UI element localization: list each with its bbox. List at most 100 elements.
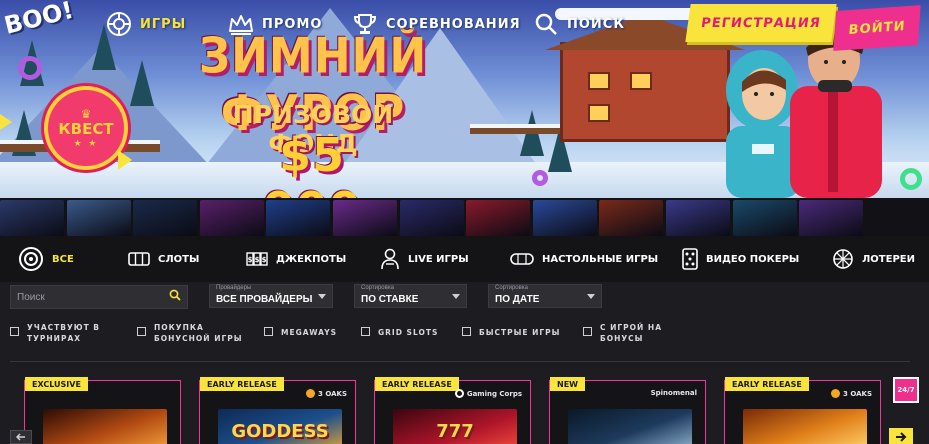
category-all-label: ВСЕ	[52, 253, 74, 265]
strip-game-thumbnail[interactable]	[200, 200, 264, 236]
category-jackpots[interactable]: $ $ $ ДЖЕКПОТЫ	[246, 246, 346, 272]
oak-icon	[831, 389, 841, 398]
strip-game-thumbnail[interactable]	[799, 200, 863, 236]
filter-tournaments-checkbox[interactable]: УЧАСТВУЮТ В ТУРНИРАХ	[10, 322, 100, 344]
game-card[interactable]: EARLY RELEASE 3 OAKS	[724, 377, 881, 444]
strip-game-thumbnail[interactable]	[266, 200, 330, 236]
strip-game-thumbnail[interactable]	[67, 200, 131, 236]
checkbox[interactable]	[583, 327, 592, 336]
nav-promo[interactable]: ПРОМО	[228, 10, 322, 38]
decor-ring	[532, 170, 548, 186]
roulette-icon	[106, 11, 132, 37]
sort-value: ПО СТАВКЕ	[361, 294, 419, 305]
strip-game-thumbnail[interactable]	[533, 200, 597, 236]
category-live[interactable]: LIVE ИГРЫ	[380, 246, 469, 272]
login-button[interactable]: ВОЙТИ	[833, 5, 921, 51]
nav-search-label: ПОИСК	[567, 16, 625, 32]
svg-text:$: $	[255, 256, 260, 264]
nav-tournaments-label: СОРЕВНОВАНИЯ	[386, 16, 521, 32]
table-games-icon	[510, 252, 534, 266]
checkbox[interactable]	[264, 327, 273, 336]
nav-search[interactable]: ПОИСК	[533, 10, 625, 38]
live-dealer-icon	[380, 248, 400, 270]
search-icon[interactable]	[169, 288, 181, 306]
sort-by-bet-select[interactable]: Сортировка ПО СТАВКЕ	[354, 284, 467, 308]
scroll-right-button[interactable]	[889, 428, 913, 444]
filter-bonus-play-checkbox[interactable]: С ИГРОЙ НА БОНУСЫ	[583, 322, 662, 344]
nav-tournaments[interactable]: СОРЕВНОВАНИЯ	[352, 10, 521, 38]
game-card[interactable]: EXCLUSIVE	[24, 377, 181, 444]
checkbox-label-line: ТУРНИРАХ	[27, 334, 82, 343]
category-video-poker[interactable]: ВИДЕО ПОКЕРЫ	[682, 246, 799, 272]
strip-game-thumbnail[interactable]	[400, 200, 464, 236]
promo-banner[interactable]: ЗИМНИЙ ФУРОР ПРИЗОВОЙ ФОНД $5 000 ♛ КВЕС…	[0, 0, 929, 198]
sort-caption: Сортировка	[361, 285, 394, 291]
decor-triangle	[0, 114, 12, 130]
checkbox-label-line: ПОКУПКА	[154, 323, 204, 332]
filter-grid-slots-checkbox[interactable]: GRID SLOTS	[361, 322, 438, 338]
strip-game-thumbnail[interactable]	[599, 200, 663, 236]
strip-game-thumbnail[interactable]	[133, 200, 197, 236]
scroll-left-button[interactable]	[10, 430, 32, 444]
game-card[interactable]: EARLY RELEASE Gaming Corps 777	[374, 377, 531, 444]
checkbox[interactable]	[462, 327, 471, 336]
search-box[interactable]	[10, 285, 188, 309]
filter-bonus-buy-checkbox[interactable]: ПОКУПКА БОНУСНОЙ ИГРЫ	[137, 322, 243, 344]
provider-logo: 3 OAKS	[306, 389, 347, 398]
providers-caption: Провайдеры	[216, 285, 252, 291]
decor-ring	[900, 168, 922, 190]
filter-fast-games-checkbox[interactable]: БЫСТРЫЕ ИГРЫ	[462, 322, 560, 338]
game-badge: EARLY RELEASE	[200, 377, 284, 391]
support-badge[interactable]: 24/7	[893, 377, 919, 403]
slots-icon	[128, 251, 150, 267]
category-video-poker-label: ВИДЕО ПОКЕРЫ	[706, 253, 800, 265]
register-button[interactable]: РЕГИСТРАЦИЯ	[685, 4, 837, 42]
checkbox-label-line: БЫСТРЫЕ ИГРЫ	[479, 328, 561, 337]
category-table[interactable]: НАСТОЛЬНЫЕ ИГРЫ	[510, 246, 658, 272]
game-thumbnail[interactable]	[568, 409, 692, 444]
svg-text:$: $	[262, 256, 267, 264]
search-input[interactable]	[17, 291, 169, 303]
provider-logo: Gaming Corps	[454, 389, 522, 398]
game-card[interactable]: NEW Spinomenal	[549, 377, 706, 444]
promo-prize-amount: $5 000	[262, 128, 360, 198]
category-lottery[interactable]: ЛОТЕРЕИ	[832, 246, 915, 272]
checkbox[interactable]	[10, 327, 19, 336]
decor-ring	[18, 56, 42, 80]
cabin	[560, 42, 730, 142]
strip-game-thumbnail[interactable]	[666, 200, 730, 236]
video-poker-icon	[682, 248, 698, 270]
quest-seal[interactable]: ♛ КВЕСТ ★ ★	[44, 86, 128, 170]
category-table-label: НАСТОЛЬНЫЕ ИГРЫ	[542, 253, 659, 265]
strip-game-thumbnail[interactable]	[0, 200, 64, 236]
all-games-icon	[18, 246, 44, 272]
provider-logo: Spinomenal	[651, 389, 697, 397]
category-slots[interactable]: СЛОТЫ	[128, 246, 199, 272]
game-badge: EARLY RELEASE	[375, 377, 459, 391]
category-jackpots-label: ДЖЕКПОТЫ	[276, 253, 347, 265]
provider-name: 3 OAKS	[318, 389, 347, 398]
category-all[interactable]: ВСЕ	[18, 246, 74, 272]
checkbox[interactable]	[361, 327, 370, 336]
nav-games[interactable]: ИГРЫ	[106, 10, 186, 38]
game-badge: EARLY RELEASE	[725, 377, 809, 391]
provider-logo: 3 OAKS	[831, 389, 872, 398]
stars-icon: ★ ★	[73, 137, 99, 148]
jackpot-icon: $ $ $	[246, 252, 268, 266]
filter-megaways-checkbox[interactable]: MEGAWAYS	[264, 322, 337, 338]
game-thumbnail[interactable]: 777	[393, 409, 517, 444]
gaming-corps-icon	[454, 389, 464, 398]
strip-game-thumbnail[interactable]	[733, 200, 797, 236]
game-thumbnail[interactable]	[43, 409, 167, 444]
strip-game-thumbnail[interactable]	[333, 200, 397, 236]
arrow-right-icon	[896, 432, 907, 442]
sort-by-date-select[interactable]: Сортировка ПО ДАТЕ	[488, 284, 602, 308]
checkbox[interactable]	[137, 327, 146, 336]
providers-select[interactable]: Провайдеры ВСЕ ПРОВАЙДЕРЫ	[209, 284, 333, 308]
strip-game-thumbnail[interactable]	[466, 200, 530, 236]
game-card[interactable]: EARLY RELEASE 3 OAKS GODDESS	[199, 377, 356, 444]
game-thumbnail[interactable]: GODDESS	[218, 409, 342, 444]
provider-name: 3 OAKS	[843, 389, 872, 398]
game-thumbnail[interactable]	[743, 409, 867, 444]
cabin-window	[588, 104, 610, 122]
